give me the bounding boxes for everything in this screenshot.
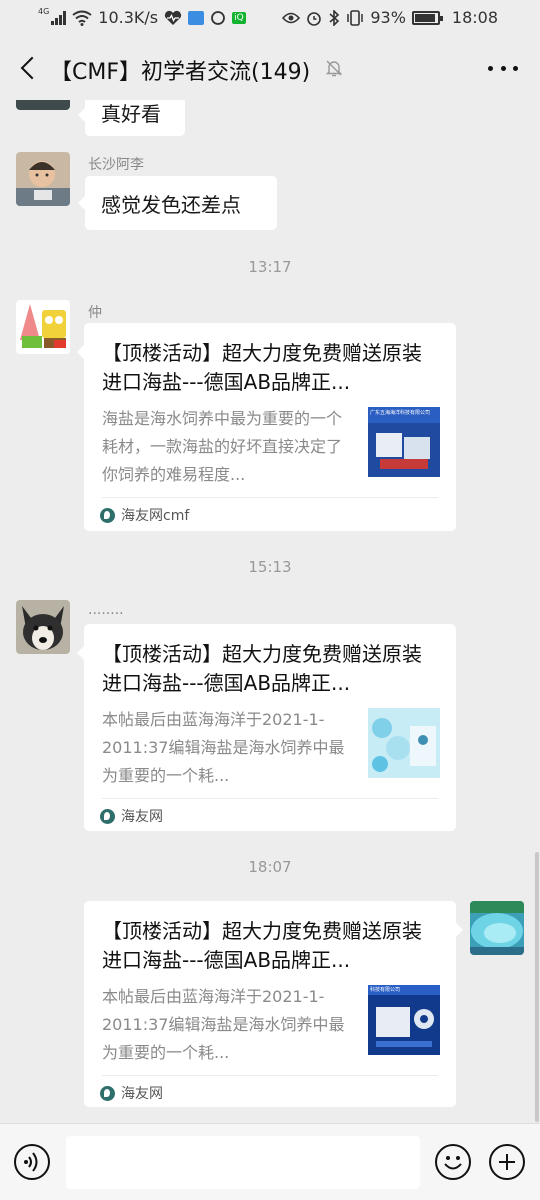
card-source: 海友网cmf <box>100 505 189 525</box>
timestamp: 18:07 <box>248 858 292 876</box>
back-arrow-icon[interactable] <box>14 50 44 86</box>
avatar[interactable] <box>470 901 524 955</box>
message-bubble[interactable]: 感觉发色还差点 <box>78 176 277 230</box>
card-divider <box>102 798 438 799</box>
bell-muted-icon <box>325 60 343 77</box>
battery-level <box>414 13 436 22</box>
source-logo-icon <box>100 1085 115 1101</box>
link-card[interactable]: 【顶楼活动】超大力度免费赠送原装进口海盐---德国AB品牌正... 本帖最后由蓝… <box>84 901 463 1107</box>
clock: 18:08 <box>451 8 498 27</box>
source-name: 海友网 <box>121 809 163 825</box>
plus-icon[interactable] <box>489 1144 525 1180</box>
battery-icon <box>411 10 443 25</box>
source-logo-icon <box>100 507 115 523</box>
app-notification-icon <box>188 10 205 25</box>
card-thumbnail: 科技有限公司 <box>368 985 440 1055</box>
card-description: 海盐是海水饲养中最为重要的一个耗材，一款海盐的好坏直接决定了你饲养的难易程度..… <box>102 409 343 484</box>
avatar[interactable] <box>16 600 70 654</box>
alarm-icon <box>307 11 322 26</box>
wifi-icon <box>72 10 92 26</box>
timestamp: 15:13 <box>248 558 292 576</box>
message-text: 真好看 <box>101 101 161 126</box>
source-name: 海友网 <box>121 1086 163 1102</box>
message-bubble[interactable]: 真好看 <box>78 100 185 136</box>
card-divider <box>102 1075 438 1076</box>
status-right: 93% 18:08 <box>282 8 498 27</box>
card-title: 【顶楼活动】超大力度免费赠送原装进口海盐---德国AB品牌正... <box>102 341 422 394</box>
voice-icon[interactable] <box>14 1144 50 1180</box>
vibrate-icon <box>347 9 364 26</box>
thumb-caption: 广东五海海洋科技有限公司 <box>370 410 431 416</box>
card-title: 【顶楼活动】超大力度免费赠送原装进口海盐---德国AB品牌正... <box>102 919 422 972</box>
sender-name: ........ <box>88 602 124 618</box>
card-description: 本帖最后由蓝海海洋于2021-1-2011:37编辑海盐是海水饲养中最为重要的一… <box>102 987 345 1062</box>
link-card[interactable]: 【顶楼活动】超大力度免费赠送原装进口海盐---德国AB品牌正... 本帖最后由蓝… <box>77 624 456 831</box>
sender-name: 长沙阿李 <box>88 157 144 173</box>
card-thumbnail: 广东五海海洋科技有限公司 <box>368 407 440 477</box>
source-logo-icon <box>100 808 115 824</box>
more-dots-icon[interactable] <box>488 58 518 78</box>
emoji-icon[interactable] <box>435 1144 471 1180</box>
network-type: 4G <box>38 7 50 16</box>
sync-icon <box>211 10 226 25</box>
battery-percent: 93% <box>370 8 406 27</box>
card-source: 海友网 <box>100 806 163 826</box>
chat-messages[interactable]: 真好看 长沙阿李 感觉发色还差点 13:17 仲 【顶楼活动】超大力度免费赠送原… <box>0 100 540 1123</box>
timestamp: 13:17 <box>248 258 292 276</box>
input-bar <box>0 1123 540 1200</box>
thumb-caption: 科技有限公司 <box>370 987 401 993</box>
source-name: 海友网cmf <box>121 508 190 524</box>
avatar[interactable] <box>16 152 70 206</box>
chat-header: 【CMF】初学者交流(149) <box>0 36 540 100</box>
message-input[interactable] <box>66 1136 420 1189</box>
avatar[interactable] <box>16 300 70 354</box>
iqiyi-icon: iQ <box>232 11 246 24</box>
message-text: 感觉发色还差点 <box>101 192 241 217</box>
sender-name: 仲 <box>88 305 102 321</box>
card-title: 【顶楼活动】超大力度免费赠送原装进口海盐---德国AB品牌正... <box>102 642 422 695</box>
chat-title: 【CMF】初学者交流(149) <box>50 60 311 85</box>
card-divider <box>102 497 438 498</box>
status-bar: 4G 10.3K/s iQ 93% 18:08 <box>0 0 540 36</box>
link-card[interactable]: 【顶楼活动】超大力度免费赠送原装进口海盐---德国AB品牌正... 海盐是海水饲… <box>77 323 456 531</box>
card-source: 海友网 <box>100 1083 163 1103</box>
avatar[interactable] <box>16 100 70 110</box>
card-description: 本帖最后由蓝海海洋于2021-1-2011:37编辑海盐是海水饲养中最为重要的一… <box>102 710 345 785</box>
eye-icon <box>282 12 301 23</box>
signal-icon <box>51 10 67 25</box>
card-thumbnail <box>368 708 440 778</box>
status-left: 4G 10.3K/s iQ <box>38 7 246 27</box>
heart-rate-icon <box>165 10 182 25</box>
network-speed: 10.3K/s <box>98 8 159 27</box>
bluetooth-icon <box>329 9 340 26</box>
scrollbar[interactable] <box>535 852 539 1122</box>
